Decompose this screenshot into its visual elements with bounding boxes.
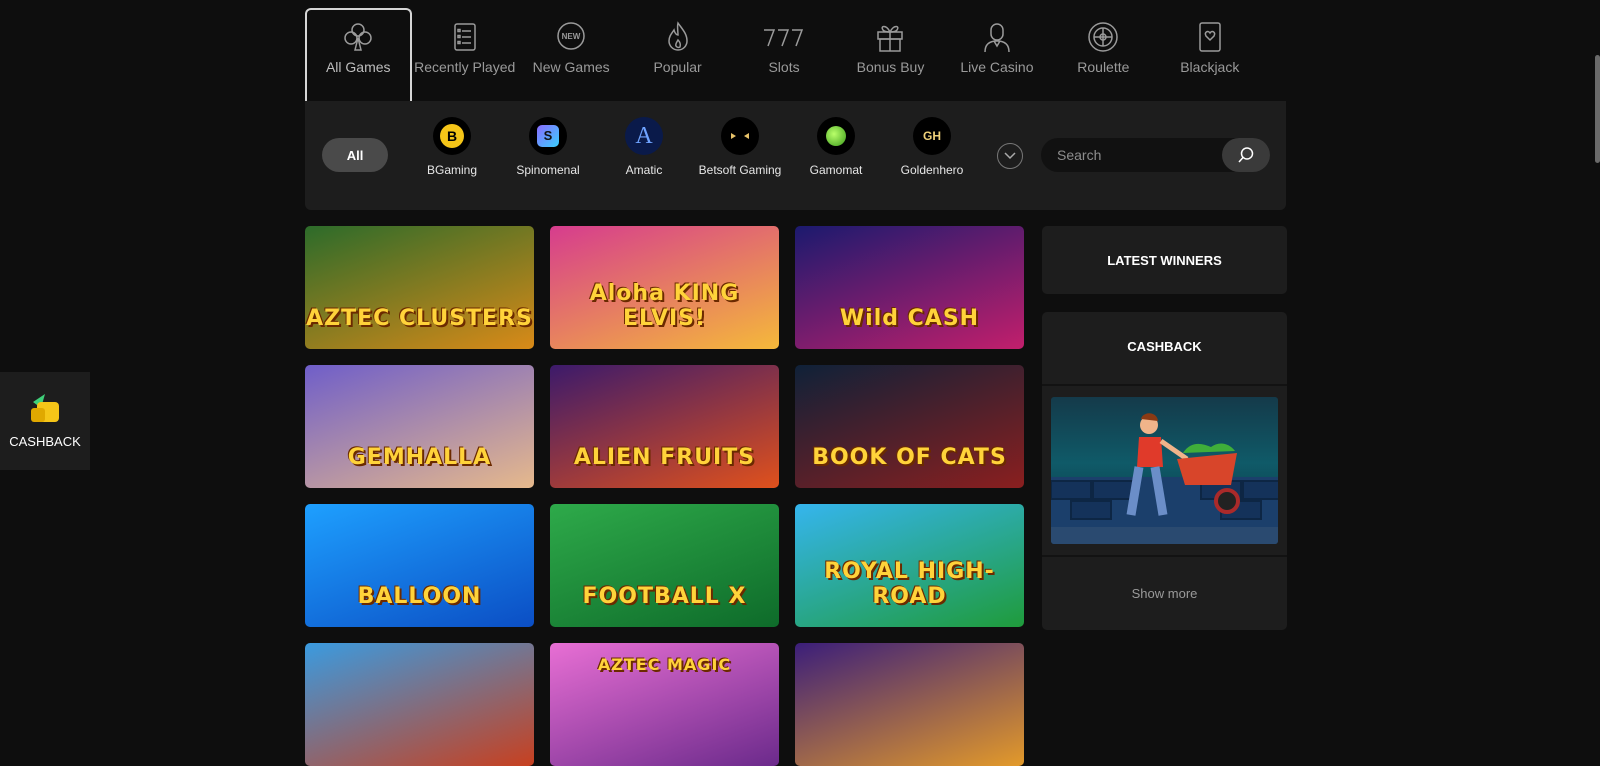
tab-label: New Games [532,59,610,75]
tab-live-casino[interactable]: Live Casino [944,8,1050,100]
game-title: Aloha KING ELVIS! [589,281,740,331]
cashback-card: CASHBACK Show more [1042,312,1287,630]
provider-label: Betsoft Gaming [698,163,782,177]
provider-label: Goldenhero [900,163,964,177]
provider-label: Amatic [625,163,663,177]
game-title: Wild CASH [839,306,980,331]
gamomat-logo-icon [817,117,855,155]
game-tile[interactable]: BOOK OF CATS [795,365,1024,488]
new-badge-icon: NEW [557,22,585,50]
cashback-illustration [1051,397,1278,544]
dealer-icon [984,23,1010,53]
provider-label: BGaming [426,163,478,177]
game-tile[interactable]: Aloha KING ELVIS! [550,226,779,349]
chevron-down-icon [1004,152,1016,160]
flame-icon [667,21,688,51]
card-icon [1199,22,1221,52]
betsoft-logo-icon [721,117,759,155]
game-tile[interactable]: BALLOON [305,504,534,627]
search-placeholder: Search [1057,147,1102,163]
game-title: BOOK OF CATS [812,445,1007,470]
game-tile[interactable]: FOOTBALL X [550,504,779,627]
list-icon [453,23,476,51]
spinomenal-logo-icon: S [529,117,567,155]
tab-recently-played[interactable]: Recently Played [412,8,518,100]
provider-panel: All B BGaming S Spinomenal A Amatic Bets… [305,101,1286,210]
game-title: FOOTBALL X [582,584,747,609]
provider-amatic[interactable]: A Amatic [598,117,690,177]
tab-label: Roulette [1077,59,1130,75]
show-more-link[interactable]: Show more [1042,586,1287,601]
game-tile[interactable]: Wild CASH [795,226,1024,349]
amatic-logo-mark: A [635,123,653,149]
tab-label: Popular [653,59,702,75]
game-tile[interactable]: ALIEN FRUITS [550,365,779,488]
777-icon [764,29,804,47]
divider [1042,555,1287,557]
provider-gamomat[interactable]: Gamomat [790,117,882,177]
search-input[interactable]: Search [1041,138,1270,172]
search-button[interactable] [1222,138,1270,172]
game-tile[interactable] [795,643,1024,766]
bgaming-logo-mark: B [440,124,464,148]
search-icon [1238,147,1254,163]
tab-roulette[interactable]: Roulette [1050,8,1156,100]
game-title: AZTEC MAGIC [597,655,732,674]
game-tile[interactable]: AZTEC CLUSTERS [305,226,534,349]
provider-label: Gamomat [809,163,863,177]
provider-all-button[interactable]: All [322,138,388,172]
game-title: GEMHALLA [347,445,492,470]
scrollbar[interactable] [1595,55,1600,163]
svg-text:NEW: NEW [562,32,581,41]
game-tile[interactable] [305,643,534,766]
floating-cashback-button[interactable]: CASHBACK [0,372,90,470]
provider-spinomenal[interactable]: S Spinomenal [502,117,594,177]
goldenhero-logo-mark: GH [923,129,941,143]
tab-all-games[interactable]: All Games [305,8,412,102]
divider [1042,384,1287,386]
cashback-title: CASHBACK [1127,339,1202,354]
game-title: ALIEN FRUITS [573,445,756,470]
tab-label: Bonus Buy [856,59,925,75]
provider-betsoft[interactable]: Betsoft Gaming [694,117,786,177]
tab-label: Blackjack [1180,59,1240,75]
provider-goldenhero[interactable]: GH Goldenhero [886,117,978,177]
tab-label: Live Casino [960,59,1034,75]
latest-winners-card[interactable]: LATEST WINNERS [1042,226,1287,294]
gift-icon [877,25,904,52]
tab-label: Slots [768,59,800,75]
tab-label: Recently Played [414,59,516,75]
tab-popular[interactable]: Popular [624,8,730,100]
game-tile[interactable]: GEMHALLA [305,365,534,488]
roulette-icon [1088,22,1119,52]
provider-bgaming[interactable]: B BGaming [406,117,498,177]
gamomat-logo-mark [826,126,846,146]
cashback-icon [31,394,59,422]
game-title: AZTEC CLUSTERS [306,306,533,331]
tab-bonus-buy[interactable]: Bonus Buy [837,8,943,100]
goldenhero-logo-icon: GH [913,117,951,155]
category-tabs: All Games Recently Played NEW New Games … [305,8,1263,102]
spinomenal-logo-mark: S [537,125,559,147]
game-title: ROYAL HIGH-ROAD [824,559,995,609]
latest-winners-title: LATEST WINNERS [1107,252,1222,268]
club-icon [344,23,372,51]
game-title: BALLOON [357,584,482,609]
game-tile[interactable]: ROYAL HIGH-ROAD [795,504,1024,627]
tab-slots[interactable]: Slots [731,8,837,100]
expand-providers-button[interactable] [997,143,1023,169]
tab-blackjack[interactable]: Blackjack [1157,8,1263,100]
tab-new-games[interactable]: NEW New Games [518,8,624,100]
bgaming-logo-icon: B [433,117,471,155]
amatic-logo-icon: A [625,117,663,155]
cashback-label: CASHBACK [9,434,81,449]
tab-label: All Games [325,59,391,75]
game-tile[interactable]: AZTEC MAGIC [550,643,779,766]
provider-label: Spinomenal [516,163,580,177]
